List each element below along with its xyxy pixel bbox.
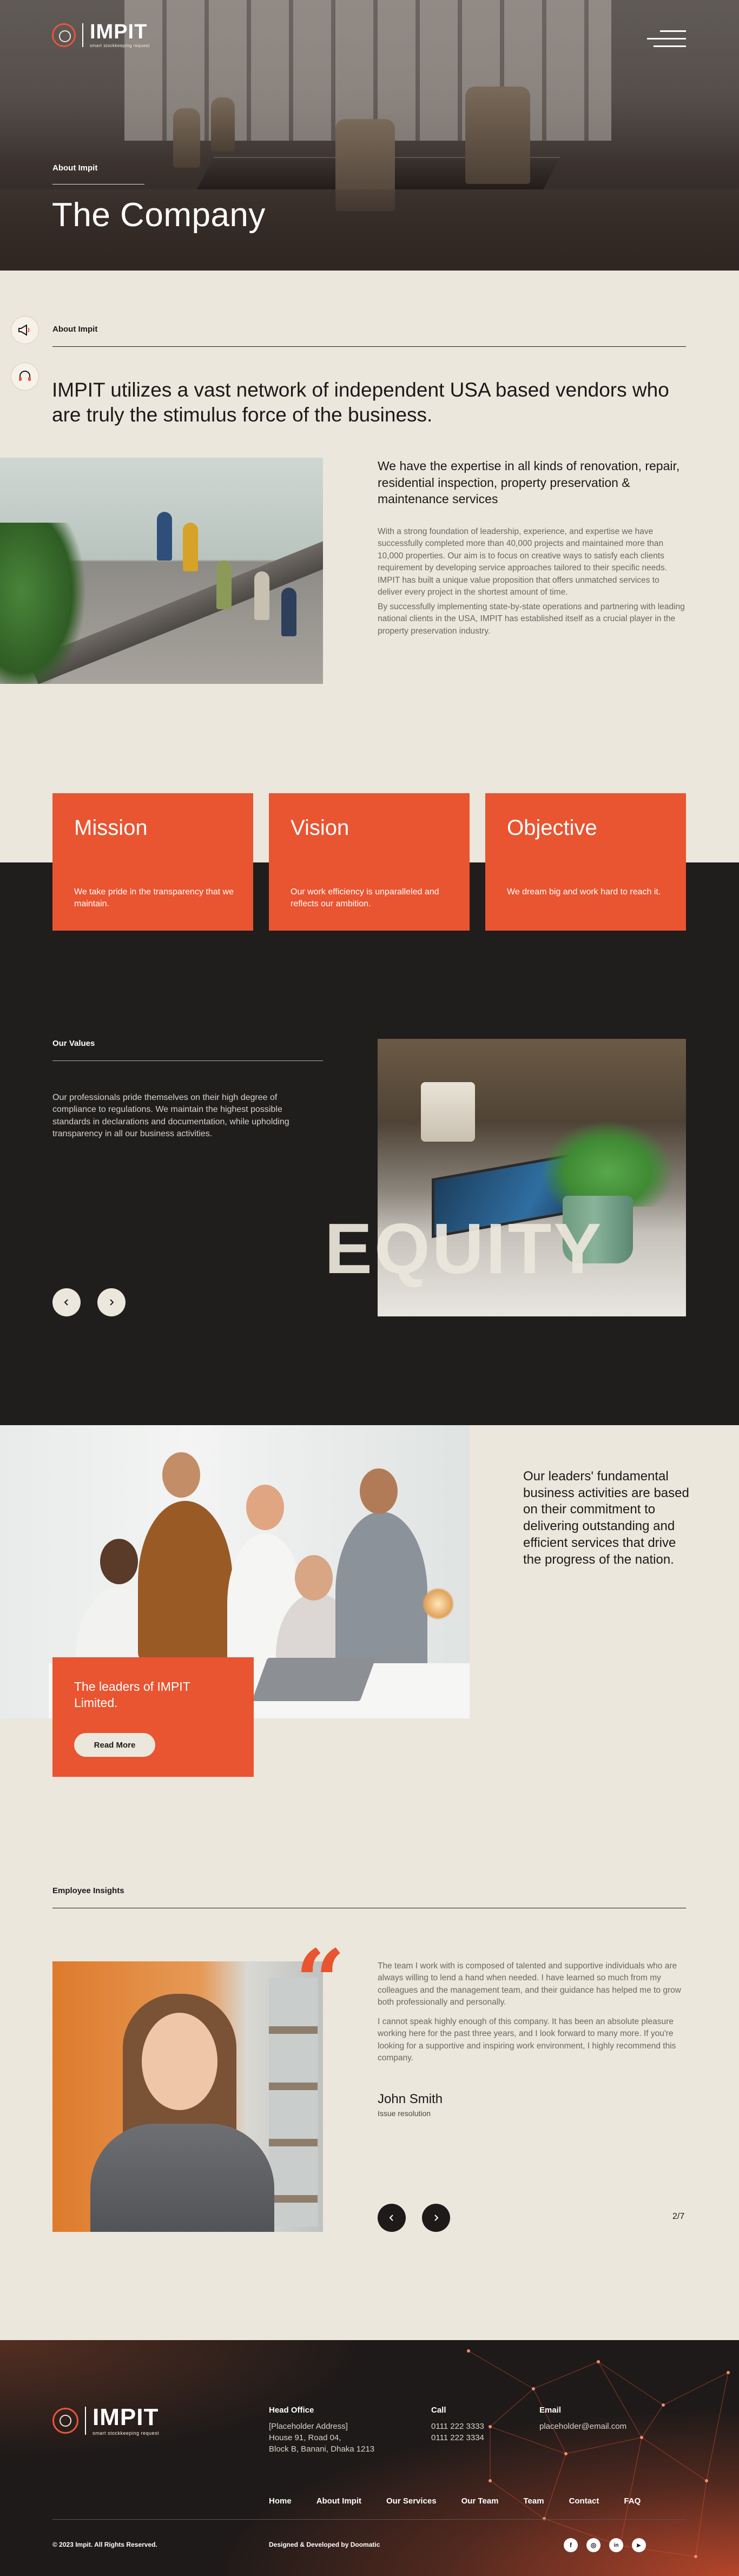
about-divider bbox=[52, 346, 686, 347]
expertise-paragraph: By successfully implementing state-by-st… bbox=[378, 602, 685, 636]
about-heading: IMPIT utilizes a vast network of indepen… bbox=[52, 379, 669, 426]
logo-wordmark: IMPIT smart stockkeeping request bbox=[93, 2406, 159, 2436]
footer-nav: Home About Impit Our Services Our Team T… bbox=[269, 2496, 641, 2506]
logo-text: IMPIT bbox=[90, 21, 148, 43]
about-label: About Impit bbox=[52, 325, 98, 334]
insights-label: Employee Insights bbox=[52, 1886, 124, 1895]
expertise-paragraph: With a strong foundation of leadership, … bbox=[378, 527, 668, 597]
hero-eyebrow: About Impit bbox=[52, 163, 98, 173]
employee-portrait bbox=[52, 1961, 323, 2232]
header-logo[interactable]: IMPIT smart stockkeeping request bbox=[52, 22, 150, 48]
footer-nav-home[interactable]: Home bbox=[269, 2496, 292, 2506]
address-line: Block B, Banani, Dhaka 1213 bbox=[269, 2445, 375, 2454]
address-line: House 91, Road 04, bbox=[269, 2433, 341, 2442]
vision-title: Vision bbox=[291, 816, 349, 840]
hamburger-icon[interactable] bbox=[647, 30, 686, 48]
testimonial-role: Issue resolution bbox=[378, 2109, 431, 2118]
head-office-address: [Placeholder Address] House 91, Road 04,… bbox=[269, 2421, 374, 2455]
objective-title: Objective bbox=[507, 816, 597, 840]
headset-icon[interactable] bbox=[11, 363, 39, 391]
insights-prev-button[interactable] bbox=[378, 2204, 406, 2232]
objective-desc: We dream big and work hard to reach it. bbox=[507, 887, 661, 897]
logo-mark-icon bbox=[52, 23, 76, 47]
hero-divider bbox=[52, 184, 144, 185]
footer-logo[interactable]: IMPIT smart stockkeeping request bbox=[52, 2406, 159, 2436]
objective-card: Objective We dream big and work hard to … bbox=[485, 793, 686, 931]
page-title: The Company bbox=[52, 196, 266, 234]
logo-wordmark: IMPIT smart stockkeeping request bbox=[90, 22, 150, 48]
logo-mark-icon bbox=[52, 2408, 78, 2434]
values-overlay-word: EQUITY bbox=[325, 1209, 604, 1288]
footer-nav-contact[interactable]: Contact bbox=[569, 2496, 599, 2506]
vision-card: Vision Our work efficiency is unparallel… bbox=[269, 793, 470, 931]
leaders-statement: Our leaders' fundamental business activi… bbox=[523, 1469, 689, 1567]
developer-credit: Designed & Developed by Doomatic bbox=[269, 2541, 380, 2548]
testimonial-name: John Smith bbox=[378, 2092, 443, 2106]
quote-icon: “ bbox=[295, 1931, 346, 2032]
values-text: Our professionals pride themselves on th… bbox=[52, 1093, 289, 1139]
instagram-icon[interactable]: ◎ bbox=[586, 2538, 601, 2552]
leaders-card: The leaders of IMPIT Limited. Read More bbox=[52, 1657, 254, 1777]
chevron-left-icon bbox=[64, 1299, 68, 1306]
hero-chair bbox=[211, 97, 235, 151]
values-next-button[interactable] bbox=[97, 1288, 126, 1316]
mission-title: Mission bbox=[74, 816, 148, 840]
values-prev-button[interactable] bbox=[52, 1288, 81, 1316]
logo-tagline: smart stockkeeping request bbox=[93, 2430, 160, 2436]
mission-card: Mission We take pride in the transparenc… bbox=[52, 793, 253, 931]
leaders-card-title: The leaders of IMPIT Limited. bbox=[74, 1679, 190, 1710]
footer-divider bbox=[52, 2519, 686, 2520]
expertise-title: We have the expertise in all kinds of re… bbox=[378, 459, 680, 506]
facebook-icon[interactable]: f bbox=[564, 2538, 578, 2552]
phone-list: 0111 222 3333 0111 222 3334 bbox=[431, 2421, 484, 2443]
email-heading: Email bbox=[539, 2406, 562, 2415]
logo-divider bbox=[82, 23, 83, 47]
megaphone-icon[interactable] bbox=[11, 316, 39, 344]
testimonial-paragraph: The team I work with is composed of tale… bbox=[378, 1961, 681, 2007]
chevron-right-icon bbox=[434, 2215, 439, 2221]
logo-text: IMPIT bbox=[93, 2404, 159, 2430]
footer-nav-services[interactable]: Our Services bbox=[386, 2496, 437, 2506]
logo-tagline: smart stockkeeping request bbox=[90, 43, 150, 48]
chevron-right-icon bbox=[110, 1299, 114, 1306]
call-heading: Call bbox=[431, 2406, 446, 2415]
mission-desc: We take pride in the transparency that w… bbox=[74, 887, 234, 908]
chevron-left-icon bbox=[389, 2215, 393, 2221]
youtube-icon[interactable]: ▶ bbox=[632, 2538, 646, 2552]
email-link[interactable]: placeholder@email.com bbox=[539, 2421, 626, 2432]
testimonial-paragraph: I cannot speak highly enough of this com… bbox=[378, 2017, 676, 2063]
footer-nav-team[interactable]: Team bbox=[523, 2496, 544, 2506]
values-divider bbox=[52, 1060, 323, 1061]
footer-nav-about[interactable]: About Impit bbox=[316, 2496, 361, 2506]
footer-nav-faq[interactable]: FAQ bbox=[624, 2496, 641, 2506]
hero-chair bbox=[173, 108, 200, 168]
phone-link[interactable]: 0111 222 3333 bbox=[431, 2421, 484, 2432]
insights-next-button[interactable] bbox=[422, 2204, 450, 2232]
read-more-button[interactable]: Read More bbox=[74, 1733, 155, 1757]
phone-link[interactable]: 0111 222 3334 bbox=[431, 2432, 484, 2443]
linkedin-icon[interactable]: in bbox=[609, 2538, 623, 2552]
copyright: © 2023 Impit. All Rights Reserved. bbox=[52, 2541, 157, 2548]
team-stairs-photo bbox=[0, 458, 323, 684]
vision-desc: Our work efficiency is unparalleled and … bbox=[291, 887, 439, 908]
hero-chair bbox=[465, 87, 530, 184]
slide-counter: 2/7 bbox=[672, 2212, 685, 2221]
values-label: Our Values bbox=[52, 1039, 95, 1048]
address-line: [Placeholder Address] bbox=[269, 2422, 348, 2431]
footer-nav-our-team[interactable]: Our Team bbox=[461, 2496, 499, 2506]
head-office-heading: Head Office bbox=[269, 2406, 314, 2415]
logo-divider bbox=[85, 2407, 86, 2435]
